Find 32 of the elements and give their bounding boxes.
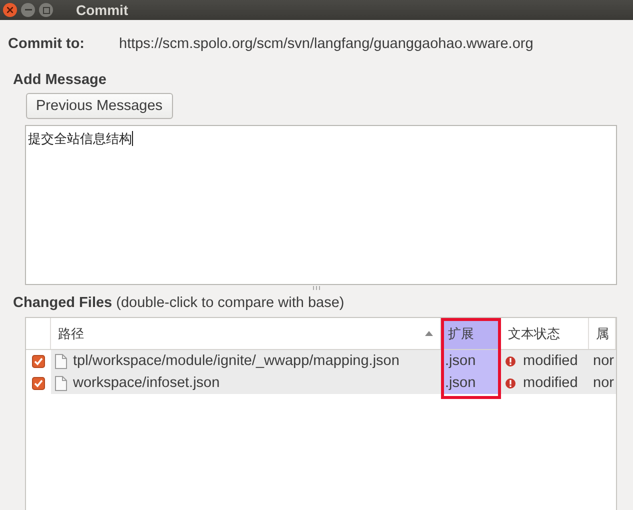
checkbox[interactable] [32,376,45,390]
file-extension: .json [445,353,476,369]
file-path: workspace/infoset.json [73,375,220,391]
changed-files-heading: Changed Files (double-click to compare with base) [13,295,346,311]
file-icon [55,354,67,368]
text-status: modified [523,375,578,391]
file-icon [55,376,67,390]
previous-messages-button[interactable]: Previous Messages [26,93,173,119]
maximize-button[interactable] [39,3,53,17]
table-cell: nor [593,353,614,369]
minimize-button[interactable] [21,3,35,17]
file-extension: .json [445,375,476,391]
add-message-heading: Add Message [13,72,108,88]
checkbox[interactable] [32,354,45,368]
warning-icon [505,378,516,388]
maximize-icon [42,6,50,14]
sort-arrow-icon [425,331,433,336]
commit-to-label: Commit to: [8,36,86,52]
message-field[interactable]: 提交全站信息结构 [25,125,617,285]
close-icon [7,7,13,13]
text-status: modified [523,353,578,369]
warning-icon [505,356,516,366]
file-path: tpl/workspace/module/ignite/_wwapp/mapping.json [73,353,400,369]
repository-url: https://scm.spolo.org/scm/svn/langfang/guanggaohao.wware.org [119,36,534,52]
close-button[interactable] [3,3,17,17]
splitter-handle[interactable] [313,286,320,290]
table-cell: nor [593,375,614,391]
column-header[interactable]: 路径 [51,318,441,349]
column-header[interactable]: 文本状态 [501,318,589,349]
window-title: Commit [76,2,128,18]
column-header[interactable]: 属 [589,318,616,349]
minimize-icon [24,9,32,11]
